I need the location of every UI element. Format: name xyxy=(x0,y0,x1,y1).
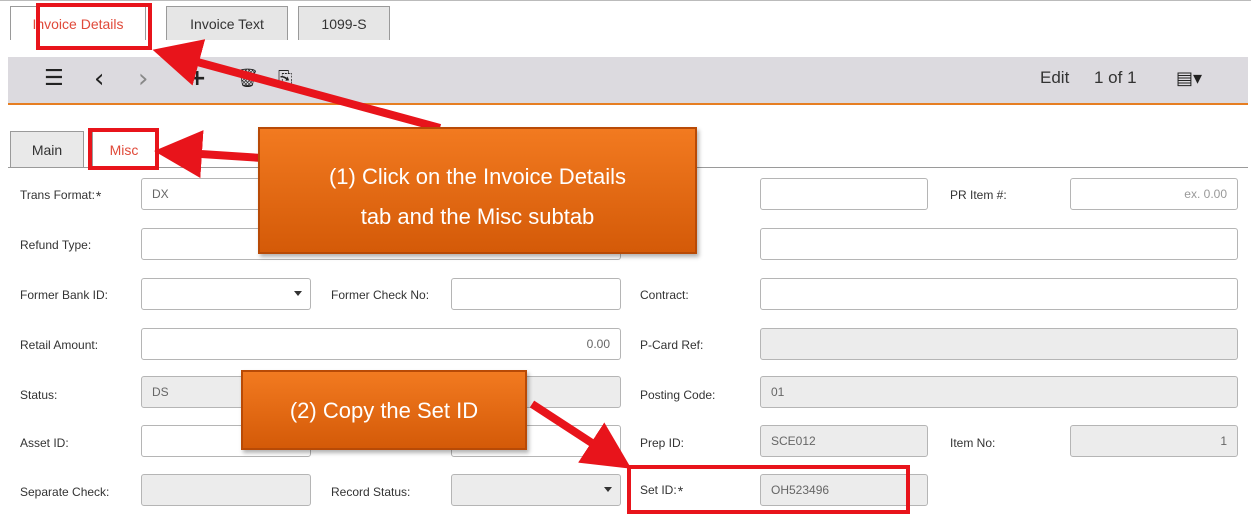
arrow-to-set-id xyxy=(529,400,632,469)
arrow-to-misc xyxy=(154,130,263,179)
arrow-to-invoice-details xyxy=(152,39,442,132)
callout-step-1: (1) Click on the Invoice Details tab and… xyxy=(258,127,697,254)
callout-step-2: (2) Copy the Set ID xyxy=(241,370,527,450)
callout-step-2-text: (2) Copy the Set ID xyxy=(289,398,479,423)
callout-step-1-line-1: (1) Click on the Invoice Details xyxy=(328,164,627,189)
callout-step-1-line-2: tab and the Misc subtab xyxy=(360,204,595,229)
annotation-arrows xyxy=(152,39,632,469)
